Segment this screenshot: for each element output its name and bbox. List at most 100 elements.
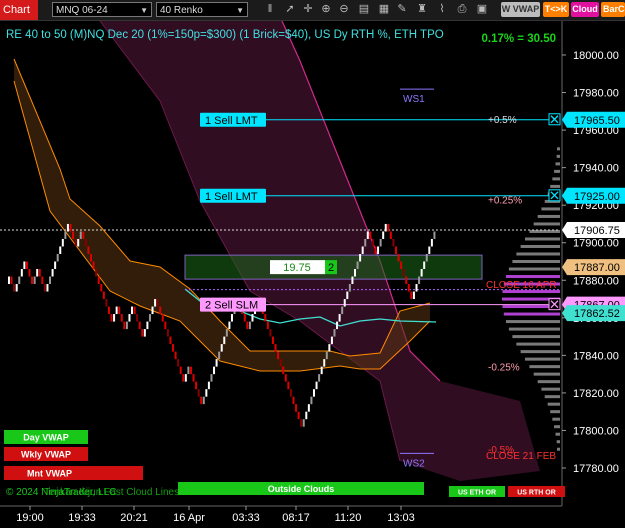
renko-brick <box>179 366 182 375</box>
chevron-down-icon: ▼ <box>140 6 148 15</box>
renko-brick <box>397 253 400 262</box>
y-tick-label: 17840.00 <box>573 350 619 362</box>
renko-brick <box>164 321 167 330</box>
renko-brick <box>154 299 157 307</box>
crosshair-icon[interactable]: ✛ <box>300 2 316 17</box>
legend-button-label: Day VWAP <box>23 433 69 443</box>
annotation-label: +0.5% <box>488 115 517 126</box>
y-tick-label: 17800.00 <box>573 425 619 437</box>
renko-brick <box>74 238 77 247</box>
profile-bar <box>544 395 560 399</box>
cloud-button[interactable]: Cloud <box>571 2 599 17</box>
renko-brick <box>361 246 364 254</box>
renko-brick <box>333 329 336 337</box>
snapshot-icon[interactable]: ▣ <box>474 2 490 17</box>
tk-button[interactable]: T<>K <box>543 2 569 17</box>
renko-brick <box>223 336 226 345</box>
renko-brick <box>330 336 333 345</box>
instrument-selector[interactable]: MNQ 06-24 ▼ <box>52 2 152 17</box>
profile-bar <box>508 327 560 331</box>
barcolor-button[interactable]: BarCo <box>601 2 625 17</box>
renko-brick <box>279 359 282 367</box>
renko-brick <box>49 276 52 285</box>
renko-brick <box>105 299 108 307</box>
renko-brick <box>423 261 426 270</box>
indicators-icon[interactable]: ⌇ <box>434 2 450 17</box>
renko-brick <box>192 374 195 382</box>
renko-brick <box>292 396 295 405</box>
renko-brick <box>54 261 57 270</box>
profile-bar <box>508 267 560 271</box>
pointer-icon[interactable]: ➚ <box>282 2 298 17</box>
renko-brick <box>312 389 315 397</box>
renko-brick <box>307 404 310 412</box>
w-vwap-button[interactable]: W VWAP <box>501 2 540 17</box>
renko-brick <box>353 269 356 277</box>
renko-brick <box>325 351 328 360</box>
profile-bar <box>505 320 560 324</box>
renko-brick <box>271 336 274 345</box>
renko-brick <box>305 411 308 420</box>
annotation-label: CLOSE 16 APR <box>486 280 557 291</box>
zoom-out-icon[interactable]: ⊖ <box>336 2 352 17</box>
renko-brick <box>225 329 228 337</box>
renko-brick <box>318 374 321 382</box>
renko-brick <box>141 329 144 337</box>
renko-brick <box>289 389 292 397</box>
renko-brick <box>430 238 433 247</box>
renko-brick <box>95 269 98 277</box>
chart-toolbar: Chart MNQ 06-24 ▼ 40 Renko ▼ ǁ ➚ ✛ ⊕ ⊖ ▤… <box>0 0 625 21</box>
renko-brick <box>243 314 246 322</box>
renko-brick <box>66 223 69 232</box>
zoom-in-icon[interactable]: ⊕ <box>318 2 334 17</box>
bars-icon[interactable]: ǁ <box>262 2 278 17</box>
renko-brick <box>146 321 149 330</box>
renko-brick <box>10 276 13 285</box>
renko-brick <box>210 374 213 382</box>
renko-brick <box>115 306 118 315</box>
chart-area[interactable]: WS1WS2+0.5%+0.25%CLOSE 16 APR-0.25%-0.5%… <box>0 21 625 528</box>
profile-bar <box>552 417 560 421</box>
renko-brick <box>25 261 28 270</box>
profile-bar <box>537 214 560 218</box>
profile-bar <box>556 154 560 158</box>
profile-bar <box>541 207 560 211</box>
renko-brick <box>251 314 254 322</box>
renko-brick <box>72 231 75 239</box>
renko-brick <box>69 223 72 232</box>
profile-bar <box>556 440 560 444</box>
renko-brick <box>420 269 423 277</box>
data-box-icon[interactable]: ▦ <box>376 2 392 17</box>
renko-brick <box>148 314 151 322</box>
profile-bar <box>512 260 560 263</box>
instrument-value: MNQ 06-24 <box>56 5 108 16</box>
renko-brick <box>328 344 331 352</box>
chart-menu-button[interactable]: Chart <box>0 0 38 20</box>
renko-brick <box>197 389 200 397</box>
properties-icon[interactable]: ▤ <box>356 2 372 17</box>
annotation-label: -0.25% <box>488 363 520 374</box>
x-tick-label: 11:20 <box>335 512 362 524</box>
renko-brick <box>402 269 405 277</box>
templates-icon[interactable]: ⎙ <box>454 2 470 17</box>
renko-brick <box>202 396 205 405</box>
renko-brick <box>356 261 359 270</box>
renko-brick <box>177 359 180 367</box>
renko-brick <box>338 314 341 322</box>
renko-brick <box>418 276 421 285</box>
renko-brick <box>248 321 251 330</box>
renko-brick <box>284 374 287 382</box>
renko-brick <box>433 231 436 239</box>
renko-brick <box>336 321 339 330</box>
profile-bar <box>516 252 560 256</box>
renko-brick <box>400 261 403 270</box>
profile-bar <box>503 312 560 316</box>
strategy-icon[interactable]: ♜ <box>414 2 430 17</box>
profile-bar <box>529 365 560 369</box>
y-tick-label: 17820.00 <box>573 388 619 400</box>
bar-type-selector[interactable]: 40 Renko ▼ <box>156 2 248 17</box>
renko-brick <box>297 411 300 420</box>
draw-icon[interactable]: ✎ <box>394 2 410 17</box>
renko-brick <box>374 246 377 254</box>
renko-brick <box>77 238 80 247</box>
